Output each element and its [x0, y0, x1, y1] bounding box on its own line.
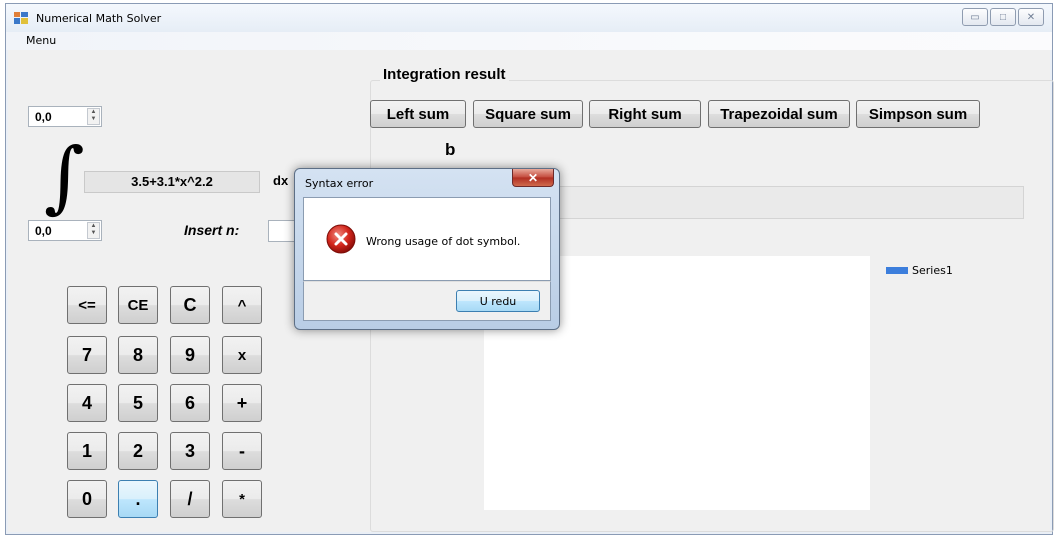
key-5-button[interactable]: 5 — [118, 384, 158, 422]
dialog-body: Wrong usage of dot symbol. — [303, 197, 551, 281]
error-icon — [326, 224, 356, 254]
minimize-icon: ▭ — [970, 11, 980, 23]
divide-button[interactable]: / — [170, 480, 210, 518]
upper-bound-label: b — [445, 140, 456, 159]
maximize-button[interactable]: □ — [990, 8, 1016, 26]
ok-button[interactable]: U redu — [456, 290, 540, 312]
integral-sign-icon: ∫ — [44, 132, 85, 222]
close-icon: ✕ — [527, 170, 539, 185]
minimize-button[interactable]: ▭ — [962, 8, 988, 26]
lower-limit-spinner[interactable]: 0,0 ▲ ▼ — [28, 220, 102, 241]
simpson-sum-button[interactable]: Simpson sum — [856, 100, 980, 128]
clear-button[interactable]: C — [170, 286, 210, 324]
key-2-button[interactable]: 2 — [118, 432, 158, 470]
power-button[interactable]: ^ — [222, 286, 262, 324]
dx-label: dx — [273, 173, 289, 188]
menu-bar: Menu — [6, 32, 1052, 50]
key-3-button[interactable]: 3 — [170, 432, 210, 470]
dialog-footer: U redu — [303, 281, 551, 321]
menu-item-menu[interactable]: Menu — [26, 34, 56, 47]
backspace-button[interactable]: <= — [67, 286, 107, 324]
title-bar[interactable]: Numerical Math Solver ▭ □ ✕ — [6, 4, 1052, 32]
key-1-button[interactable]: 1 — [67, 432, 107, 470]
right-sum-button[interactable]: Right sum — [589, 100, 701, 128]
chart-legend: Series1 — [886, 264, 953, 277]
dialog-close-button[interactable]: ✕ — [512, 169, 554, 187]
error-message: Wrong usage of dot symbol. — [366, 235, 521, 248]
close-icon: ✕ — [1026, 11, 1036, 23]
key-4-button[interactable]: 4 — [67, 384, 107, 422]
syntax-error-dialog: Syntax error ✕ Wrong usage of dot symbol… — [294, 168, 560, 330]
square-sum-button[interactable]: Square sum — [473, 100, 583, 128]
caption-buttons: ▭ □ ✕ — [962, 8, 1044, 26]
spinner-arrows-icon[interactable]: ▲ ▼ — [87, 222, 100, 239]
trapezoidal-sum-button[interactable]: Trapezoidal sum — [708, 100, 850, 128]
key-8-button[interactable]: 8 — [118, 336, 158, 374]
clear-entry-button[interactable]: CE — [118, 286, 158, 324]
upper-limit-value: 0,0 — [35, 110, 52, 124]
app-icon — [14, 12, 28, 24]
key-x-button[interactable]: x — [222, 336, 262, 374]
maximize-icon: □ — [999, 11, 1007, 23]
key-6-button[interactable]: 6 — [170, 384, 210, 422]
dialog-title: Syntax error — [305, 177, 374, 190]
key-7-button[interactable]: 7 — [67, 336, 107, 374]
multiply-button[interactable]: * — [222, 480, 262, 518]
legend-swatch — [886, 267, 908, 274]
plus-button[interactable]: + — [222, 384, 262, 422]
minus-button[interactable]: - — [222, 432, 262, 470]
key-9-button[interactable]: 9 — [170, 336, 210, 374]
key-0-button[interactable]: 0 — [67, 480, 107, 518]
upper-limit-spinner[interactable]: 0,0 ▲ ▼ — [28, 106, 102, 127]
close-window-button[interactable]: ✕ — [1018, 8, 1044, 26]
dot-button[interactable]: . — [118, 480, 158, 518]
expression-input[interactable]: 3.5+3.1*x^2.2 — [84, 171, 260, 193]
legend-label: Series1 — [912, 264, 953, 277]
group-title: Integration result — [380, 66, 509, 83]
window-title: Numerical Math Solver — [36, 12, 162, 25]
left-sum-button[interactable]: Left sum — [370, 100, 466, 128]
lower-limit-value: 0,0 — [35, 224, 52, 238]
spinner-arrows-icon[interactable]: ▲ ▼ — [87, 108, 100, 125]
insert-n-label: Insert n: — [184, 222, 240, 238]
